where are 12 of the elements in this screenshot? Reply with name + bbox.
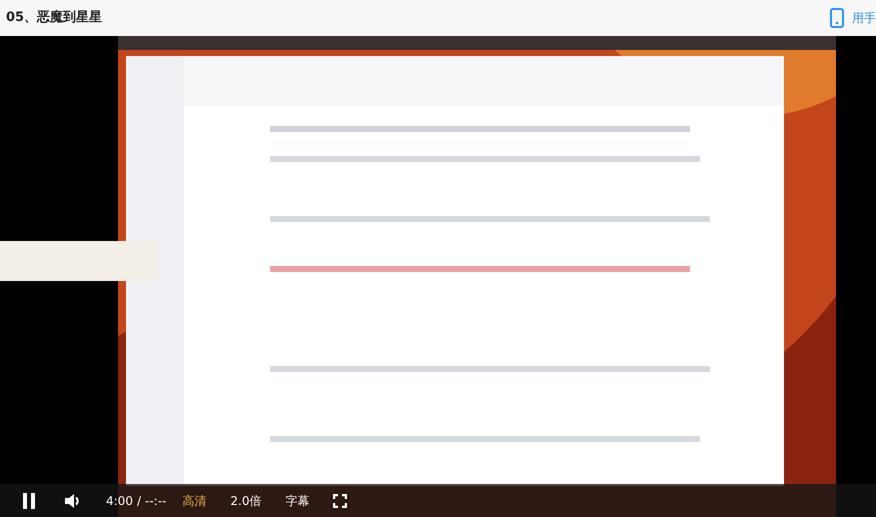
time-separator: / — [136, 492, 141, 510]
fullscreen-button[interactable] — [333, 494, 348, 508]
current-time: 4:00 — [106, 492, 133, 510]
speed-button[interactable]: 2.0倍 — [230, 494, 262, 506]
duration: --:-- — [145, 492, 166, 510]
page-title: 05、恶魔到星星 — [6, 8, 102, 28]
quality-button[interactable]: 高清 — [182, 494, 206, 506]
subtitles-button[interactable]: 字幕 — [285, 494, 310, 506]
phone-icon[interactable] — [830, 8, 844, 28]
fullscreen-icon — [333, 494, 348, 508]
pause-icon — [23, 492, 35, 508]
video-player[interactable]: 4:00 / --:-- 高清 2.0倍 字幕 — [0, 36, 876, 517]
